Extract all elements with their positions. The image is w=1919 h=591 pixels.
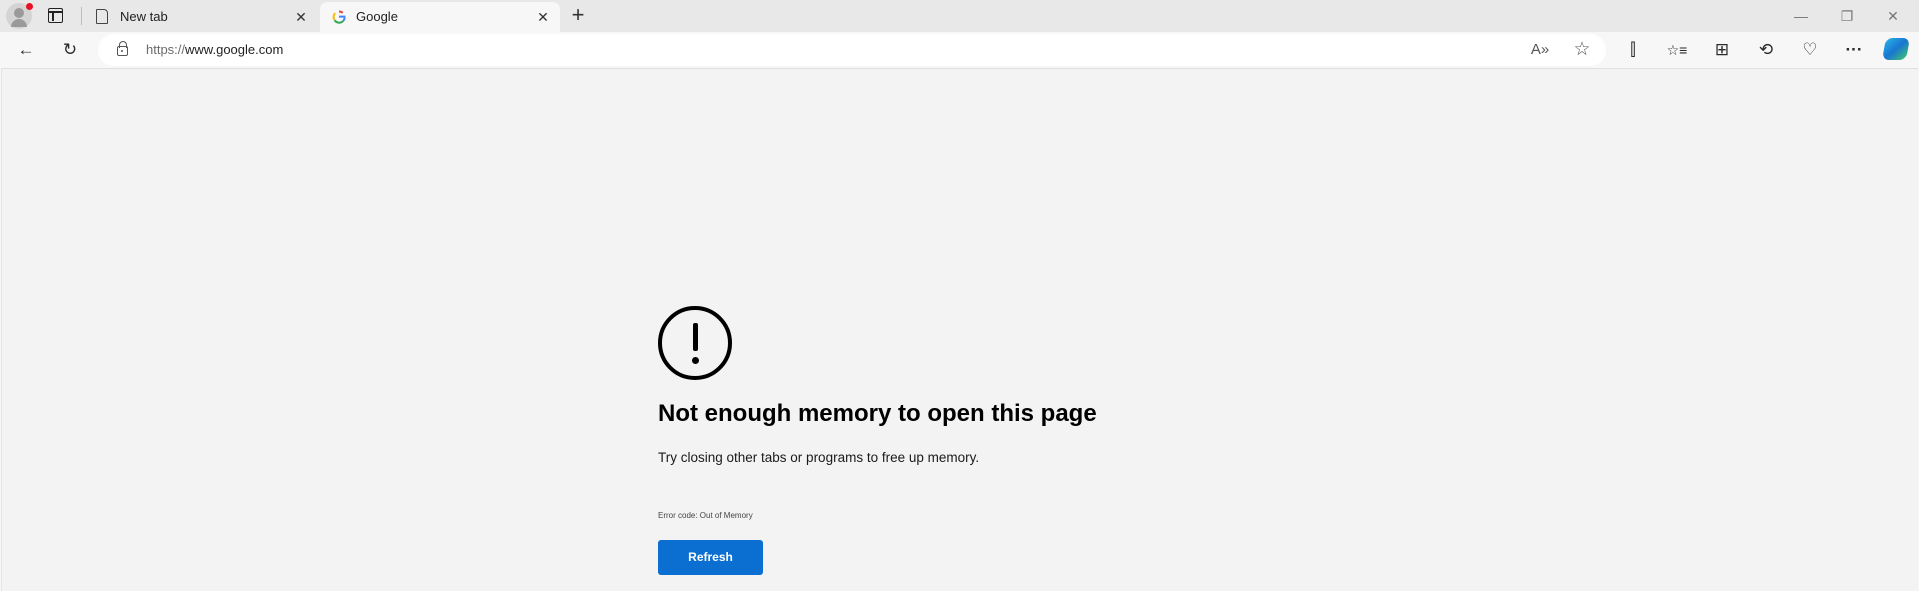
browser-essentials-icon[interactable]: ♡ xyxy=(1796,36,1824,64)
exclamation-dot xyxy=(692,357,699,364)
toolbar: ← ↻ https://www.google.com A» ☆ ⫿ ☆≡ ⊞ ⟲… xyxy=(0,32,1919,68)
avatar-head xyxy=(14,8,24,18)
more-menu-icon[interactable]: ··· xyxy=(1840,36,1868,64)
warning-icon xyxy=(658,306,732,380)
tab-label: Google xyxy=(356,9,398,24)
tab-google[interactable]: Google ✕ xyxy=(320,2,560,32)
page-content xyxy=(1,68,1918,591)
tab-actions-icon[interactable] xyxy=(48,8,63,23)
address-bar[interactable]: https://www.google.com A» ☆ xyxy=(98,34,1606,66)
split-screen-icon[interactable]: ⫿ xyxy=(1619,36,1647,64)
history-icon[interactable]: ⟲ xyxy=(1752,36,1780,64)
tab-separator xyxy=(81,7,82,25)
back-button[interactable]: ← xyxy=(12,36,40,64)
error-code: Error code: Out of Memory xyxy=(658,511,753,520)
minimize-button[interactable]: — xyxy=(1778,4,1824,28)
lock-icon[interactable] xyxy=(117,41,128,56)
collections-icon[interactable]: ⊞ xyxy=(1708,36,1736,64)
favorites-icon[interactable]: ☆≡ xyxy=(1663,36,1691,64)
google-g-icon xyxy=(332,10,346,24)
url-host: www.google.com xyxy=(185,42,284,57)
restore-button[interactable]: ❐ xyxy=(1824,4,1870,28)
tab-strip: New tab ✕ Google ✕ + — ❐ ✕ xyxy=(0,0,1919,32)
avatar-body xyxy=(11,19,27,27)
new-tab-button[interactable]: + xyxy=(566,4,590,28)
tab-close-icon[interactable]: ✕ xyxy=(534,8,552,26)
url-scheme: https:// xyxy=(146,42,186,57)
refresh-icon[interactable]: ↻ xyxy=(56,36,84,64)
tab-label: New tab xyxy=(120,9,168,24)
tab-close-icon[interactable]: ✕ xyxy=(292,8,310,26)
error-heading: Not enough memory to open this page xyxy=(658,400,1097,427)
copilot-icon[interactable] xyxy=(1882,38,1910,60)
notification-dot xyxy=(26,3,33,10)
exclamation-bar xyxy=(693,323,698,351)
favorite-star-icon[interactable]: ☆ xyxy=(1570,38,1594,62)
refresh-button[interactable]: Refresh xyxy=(658,540,763,575)
close-window-button[interactable]: ✕ xyxy=(1870,4,1916,28)
document-icon xyxy=(96,9,108,24)
profile-avatar[interactable] xyxy=(6,3,33,29)
tab-new-tab[interactable]: New tab ✕ xyxy=(84,2,318,32)
url-text[interactable]: https://www.google.com xyxy=(146,42,283,57)
error-message: Try closing other tabs or programs to fr… xyxy=(658,450,980,465)
read-aloud-icon[interactable]: A» xyxy=(1528,38,1552,62)
